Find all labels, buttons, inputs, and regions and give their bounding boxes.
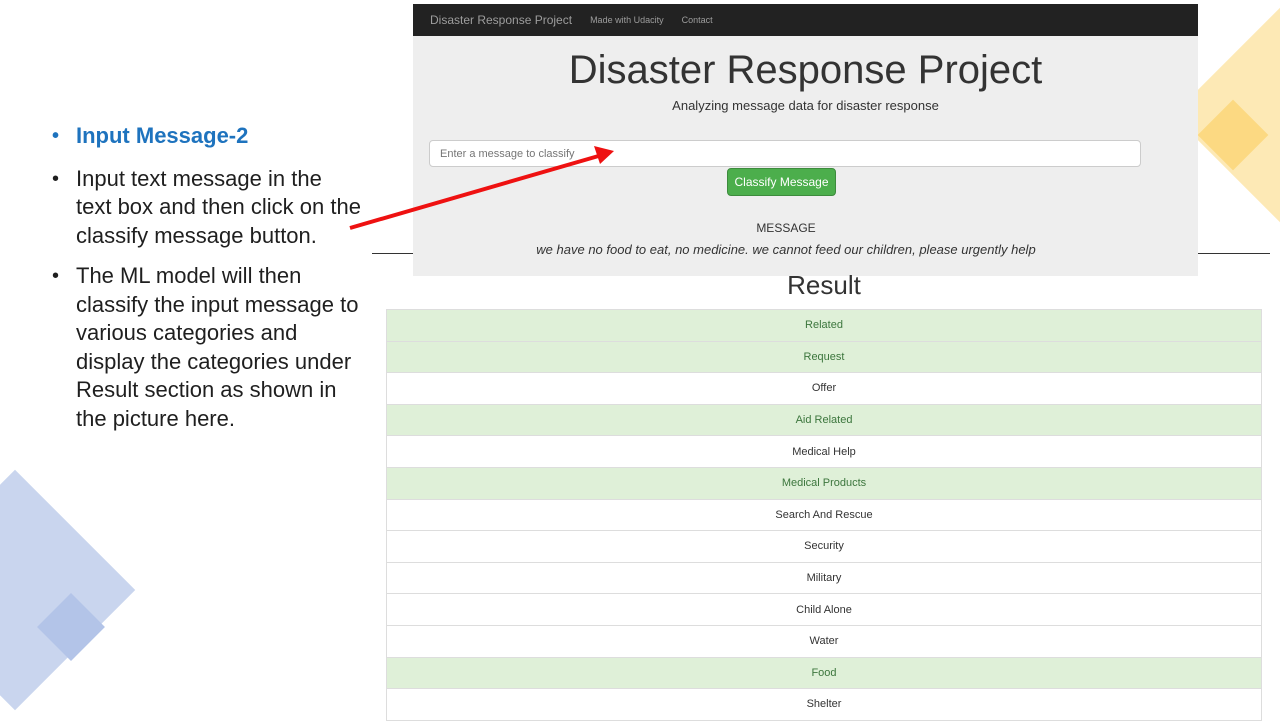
nav-link-contact[interactable]: Contact: [682, 15, 713, 25]
red-arrow-icon: [349, 146, 614, 230]
bullet-dot-icon: •: [52, 167, 60, 190]
bullet-text: The ML model will then classify the inpu…: [76, 263, 359, 431]
navbar: Disaster Response Project Made with Udac…: [413, 4, 1198, 36]
bullet-text: Input text message in the text box and t…: [76, 165, 361, 248]
separator-line-left: [372, 253, 414, 254]
result-category-row: Related: [387, 310, 1261, 342]
bullet-dot-icon: •: [52, 265, 60, 287]
message-text: we have no food to eat, no medicine. we …: [536, 242, 1036, 257]
result-category-row: Aid Related: [387, 404, 1261, 437]
slide-bullet-list: • Input Message-2 • Input text message i…: [52, 122, 362, 445]
result-category-list: Related Request Offer Aid Related Medical He…: [386, 309, 1262, 721]
result-category-row: Military: [387, 562, 1261, 595]
result-category-row: Request: [387, 341, 1261, 374]
result-category-row: Security: [387, 531, 1261, 563]
result-category-row: Food: [387, 657, 1261, 690]
navbar-brand[interactable]: Disaster Response Project: [430, 13, 572, 27]
result-category-row: Water: [387, 625, 1261, 658]
result-category-row: Shelter: [387, 689, 1261, 721]
result-category-row: Search And Rescue: [387, 499, 1261, 532]
bullet-item: • Input text message in the text box and…: [52, 165, 362, 251]
result-category-row: Medical Products: [387, 467, 1261, 500]
page-title: Disaster Response Project: [568, 48, 1043, 92]
nav-link-udacity[interactable]: Made with Udacity: [590, 15, 664, 25]
bullet-text: Input Message-2: [76, 123, 249, 148]
decorative-diamond-blue: [0, 469, 136, 711]
page-subtitle: Analyzing message data for disaster resp…: [672, 98, 939, 113]
bullet-dot-icon: •: [52, 125, 60, 147]
result-category-row: Offer: [387, 373, 1261, 405]
bullet-item: • The ML model will then classify the in…: [52, 262, 362, 433]
bullet-title: • Input Message-2: [52, 122, 362, 151]
separator-line-right: [1198, 253, 1270, 254]
result-category-row: Child Alone: [387, 594, 1261, 626]
result-title: Result: [787, 270, 861, 300]
result-category-row: Medical Help: [387, 436, 1261, 468]
classify-message-button[interactable]: Classify Message: [727, 168, 836, 196]
